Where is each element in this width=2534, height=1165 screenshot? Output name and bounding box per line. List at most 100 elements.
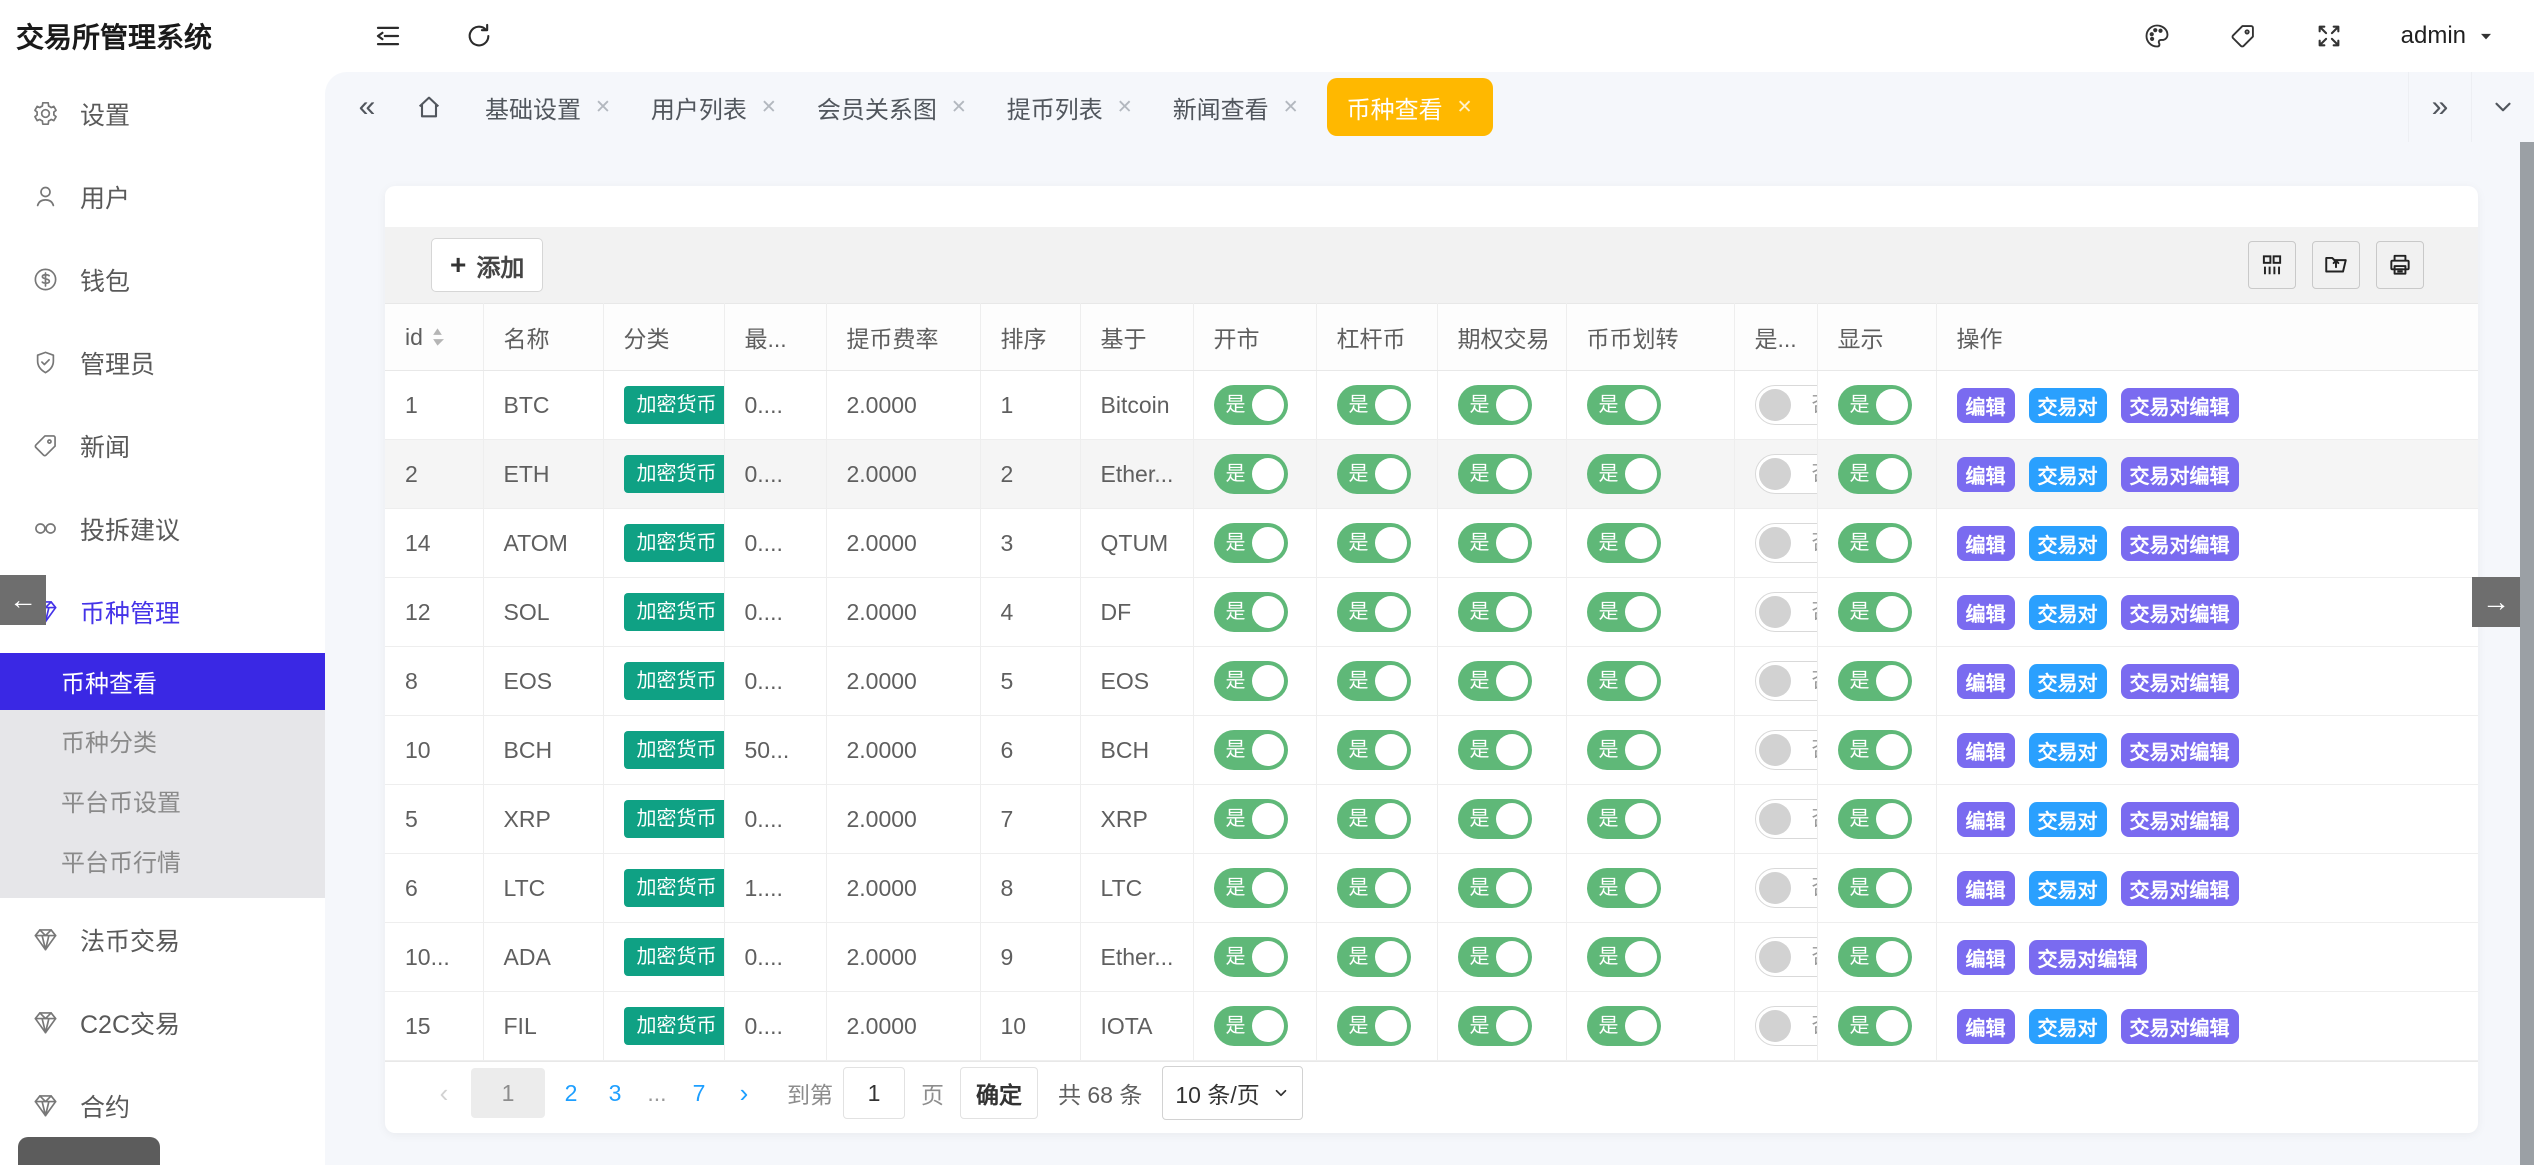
goto-page-input[interactable] xyxy=(843,1067,905,1119)
toggle-on[interactable]: 是 xyxy=(1337,730,1411,770)
action-button-交易对编辑[interactable]: 交易对编辑 xyxy=(2121,802,2239,837)
close-icon[interactable]: ✕ xyxy=(1457,96,1473,119)
action-button-编辑[interactable]: 编辑 xyxy=(1957,388,2015,423)
toggle-on[interactable]: 是 xyxy=(1587,385,1661,425)
toggle-on[interactable]: 是 xyxy=(1587,592,1661,632)
action-button-交易对编辑[interactable]: 交易对编辑 xyxy=(2121,457,2239,492)
toggle-on[interactable]: 是 xyxy=(1458,523,1532,563)
toggle-on[interactable]: 是 xyxy=(1838,523,1912,563)
toggle-on[interactable]: 是 xyxy=(1337,868,1411,908)
toggle-on[interactable]: 是 xyxy=(1838,730,1912,770)
toggle-on[interactable]: 是 xyxy=(1337,385,1411,425)
sidebar-subitem-币种分类[interactable]: 币种分类 xyxy=(0,710,325,770)
toggle-on[interactable]: 是 xyxy=(1838,1006,1912,1046)
page-size-select[interactable]: 10 条/页 xyxy=(1162,1066,1302,1120)
toggle-off[interactable]: 否 xyxy=(1755,385,1818,425)
close-icon[interactable]: ✕ xyxy=(595,96,611,119)
action-button-交易对编辑[interactable]: 交易对编辑 xyxy=(2121,526,2239,561)
sidebar-item-C2C交易[interactable]: C2C交易 xyxy=(0,981,325,1064)
sidebar-item-合约[interactable]: 合约 xyxy=(0,1064,325,1147)
column-header-id[interactable]: id xyxy=(385,304,483,371)
sidebar-item-法币交易[interactable]: 法币交易 xyxy=(0,898,325,981)
action-button-交易对编辑[interactable]: 交易对编辑 xyxy=(2121,664,2239,699)
action-button-交易对编辑[interactable]: 交易对编辑 xyxy=(2121,871,2239,906)
toggle-on[interactable]: 是 xyxy=(1838,385,1912,425)
toggle-off[interactable]: 否 xyxy=(1755,1006,1818,1046)
sortable-header[interactable]: id xyxy=(405,324,483,351)
toggle-on[interactable]: 是 xyxy=(1337,661,1411,701)
action-button-编辑[interactable]: 编辑 xyxy=(1957,1009,2015,1044)
toggle-on[interactable]: 是 xyxy=(1337,1006,1411,1046)
toggle-off[interactable]: 否 xyxy=(1755,592,1818,632)
toggle-on[interactable]: 是 xyxy=(1838,454,1912,494)
toggle-on[interactable]: 是 xyxy=(1214,1006,1288,1046)
sidebar-item-管理员[interactable]: 管理员 xyxy=(0,321,325,404)
toggle-on[interactable]: 是 xyxy=(1587,799,1661,839)
toggle-on[interactable]: 是 xyxy=(1587,454,1661,494)
action-button-交易对[interactable]: 交易对 xyxy=(2029,802,2107,837)
confirm-button[interactable]: 确定 xyxy=(960,1067,1038,1119)
export-icon[interactable] xyxy=(2312,241,2360,289)
toggle-on[interactable]: 是 xyxy=(1458,730,1532,770)
print-icon[interactable] xyxy=(2376,241,2424,289)
action-button-交易对[interactable]: 交易对 xyxy=(2029,457,2107,492)
page-number-current[interactable]: 1 xyxy=(471,1068,545,1118)
tag-icon[interactable] xyxy=(2229,22,2257,50)
toggle-on[interactable]: 是 xyxy=(1214,523,1288,563)
action-button-交易对编辑[interactable]: 交易对编辑 xyxy=(2121,388,2239,423)
action-button-交易对[interactable]: 交易对 xyxy=(2029,1009,2107,1044)
theme-palette-icon[interactable] xyxy=(2143,22,2171,50)
close-icon[interactable]: ✕ xyxy=(1283,96,1299,119)
action-button-交易对编辑[interactable]: 交易对编辑 xyxy=(2121,1009,2239,1044)
toggle-on[interactable]: 是 xyxy=(1587,730,1661,770)
toggle-on[interactable]: 是 xyxy=(1838,799,1912,839)
close-icon[interactable]: ✕ xyxy=(761,96,777,119)
toggle-on[interactable]: 是 xyxy=(1214,868,1288,908)
toggle-on[interactable]: 是 xyxy=(1838,868,1912,908)
toggle-on[interactable]: 是 xyxy=(1337,937,1411,977)
columns-icon[interactable] xyxy=(2248,241,2296,289)
refresh-icon[interactable] xyxy=(465,22,493,50)
toggle-on[interactable]: 是 xyxy=(1337,799,1411,839)
action-button-编辑[interactable]: 编辑 xyxy=(1957,457,2015,492)
sidebar-item-新闻[interactable]: 新闻 xyxy=(0,404,325,487)
action-button-编辑[interactable]: 编辑 xyxy=(1957,526,2015,561)
tabs-scroll-left-icon[interactable]: « xyxy=(335,72,399,142)
sidebar-subitem-平台币设置[interactable]: 平台币设置 xyxy=(0,770,325,830)
toggle-on[interactable]: 是 xyxy=(1458,937,1532,977)
toggle-on[interactable]: 是 xyxy=(1458,868,1532,908)
toggle-off[interactable]: 否 xyxy=(1755,661,1818,701)
tab-会员关系图[interactable]: 会员关系图✕ xyxy=(797,72,987,142)
toggle-on[interactable]: 是 xyxy=(1838,592,1912,632)
toggle-off[interactable]: 否 xyxy=(1755,730,1818,770)
expand-right-handle[interactable]: → xyxy=(2472,577,2520,627)
sidebar-item-投拆建议[interactable]: 投拆建议 xyxy=(0,487,325,570)
action-button-交易对编辑[interactable]: 交易对编辑 xyxy=(2121,595,2239,630)
toggle-on[interactable]: 是 xyxy=(1214,799,1288,839)
toggle-on[interactable]: 是 xyxy=(1214,661,1288,701)
page-number[interactable]: 2 xyxy=(549,1080,593,1107)
toggle-on[interactable]: 是 xyxy=(1337,592,1411,632)
home-icon[interactable] xyxy=(399,72,459,142)
toggle-on[interactable]: 是 xyxy=(1587,1006,1661,1046)
toggle-on[interactable]: 是 xyxy=(1337,523,1411,563)
toggle-on[interactable]: 是 xyxy=(1214,592,1288,632)
toggle-on[interactable]: 是 xyxy=(1214,937,1288,977)
toggle-on[interactable]: 是 xyxy=(1337,454,1411,494)
action-button-编辑[interactable]: 编辑 xyxy=(1957,802,2015,837)
action-button-编辑[interactable]: 编辑 xyxy=(1957,940,2015,975)
sort-icon[interactable] xyxy=(431,326,444,348)
close-icon[interactable]: ✕ xyxy=(951,96,967,119)
action-button-交易对[interactable]: 交易对 xyxy=(2029,664,2107,699)
prev-page-icon[interactable]: ‹ xyxy=(421,1078,467,1109)
toggle-off[interactable]: 否 xyxy=(1755,868,1818,908)
tab-提币列表[interactable]: 提币列表✕ xyxy=(987,72,1153,142)
action-button-交易对编辑[interactable]: 交易对编辑 xyxy=(2029,940,2147,975)
action-button-编辑[interactable]: 编辑 xyxy=(1957,871,2015,906)
page-number[interactable]: 3 xyxy=(593,1080,637,1107)
tabs-scroll-right-icon[interactable]: » xyxy=(2408,72,2471,142)
action-button-交易对[interactable]: 交易对 xyxy=(2029,733,2107,768)
toggle-on[interactable]: 是 xyxy=(1458,592,1532,632)
action-button-交易对[interactable]: 交易对 xyxy=(2029,871,2107,906)
tab-基础设置[interactable]: 基础设置✕ xyxy=(465,72,631,142)
